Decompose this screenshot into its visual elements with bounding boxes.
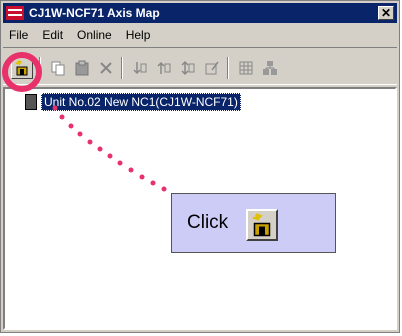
new-unit-icon [252, 213, 271, 237]
click-callout: Click [171, 193, 336, 253]
new-unit-button-enlarged [246, 209, 278, 241]
callout-text: Click [187, 212, 229, 233]
pointer-dots [52, 105, 167, 192]
